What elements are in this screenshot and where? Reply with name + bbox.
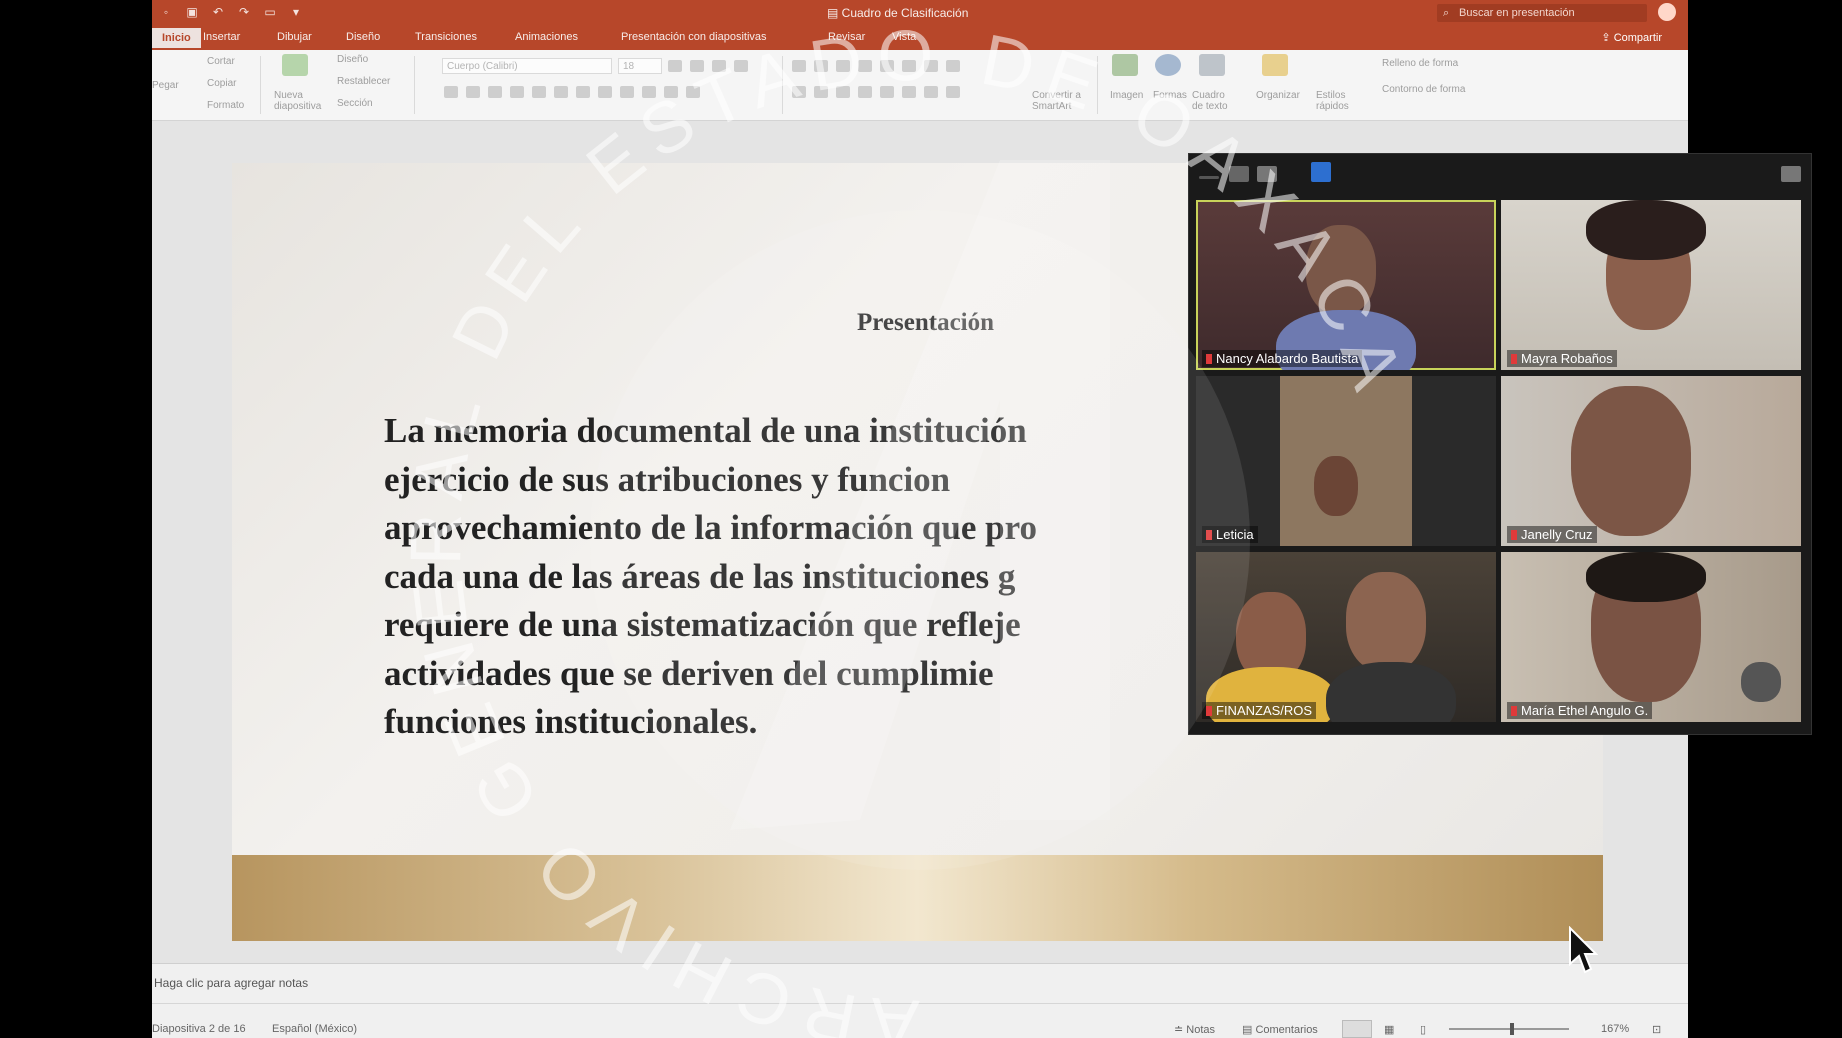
- convert-smartart-button[interactable]: Convertir a SmartArt: [1032, 90, 1092, 112]
- participant-tile[interactable]: María Ethel Angulo G.: [1501, 552, 1801, 722]
- search-input[interactable]: ⌕ Buscar en presentación: [1437, 4, 1647, 22]
- language-status[interactable]: Español (México): [272, 1023, 357, 1035]
- slide-counter: Diapositiva 2 de 16: [152, 1023, 246, 1035]
- participant-name: Leticia: [1202, 526, 1258, 543]
- ribbon-separator: [260, 56, 261, 114]
- slide-footer-band: [232, 855, 1603, 941]
- copy-button[interactable]: Copiar: [207, 78, 236, 89]
- account-icon[interactable]: [1658, 3, 1676, 21]
- picture-icon[interactable]: [1112, 54, 1138, 76]
- participant-tile[interactable]: FINANZAS/ROS: [1196, 552, 1496, 722]
- fit-slide-icon[interactable]: ⊡: [1652, 1023, 1661, 1036]
- font-format-buttons[interactable]: [444, 86, 700, 98]
- quick-styles-button[interactable]: Estilos rápidos: [1316, 90, 1360, 112]
- font-size-select[interactable]: 18: [618, 58, 662, 74]
- picture-button[interactable]: Imagen: [1110, 90, 1143, 101]
- participant-tile[interactable]: Mayra Robaños: [1501, 200, 1801, 370]
- ribbon-separator: [1097, 56, 1098, 114]
- tab-dibujar[interactable]: Dibujar: [277, 31, 312, 43]
- participant-tile[interactable]: Leticia: [1196, 376, 1496, 546]
- participant-video: [1306, 225, 1376, 315]
- zoom-slider[interactable]: [1449, 1028, 1569, 1030]
- alignment-buttons[interactable]: [792, 86, 960, 98]
- redo-icon[interactable]: ↷: [236, 4, 252, 20]
- reading-view-icon[interactable]: ▯: [1420, 1023, 1426, 1036]
- participant-name: Mayra Robaños: [1507, 350, 1617, 367]
- participant-video: [1741, 662, 1781, 702]
- ribbon-tabs: Inicio Insertar Dibujar Diseño Transicio…: [152, 26, 1688, 50]
- reset-button[interactable]: Restablecer: [337, 76, 390, 87]
- new-slide-icon[interactable]: [282, 54, 308, 76]
- participant-name: María Ethel Angulo G.: [1507, 702, 1653, 719]
- autosave-icon[interactable]: ◦: [158, 4, 174, 20]
- status-bar: Diapositiva 2 de 16 Español (México) ≐ N…: [152, 1003, 1688, 1038]
- zoom-level[interactable]: 167%: [1601, 1023, 1629, 1035]
- tab-inicio[interactable]: Inicio: [152, 28, 201, 48]
- document-title: ▤ Cuadro de Clasificación: [827, 6, 969, 20]
- mouse-cursor-icon: [1569, 926, 1598, 974]
- comments-toggle[interactable]: ▤ Comentarios: [1242, 1023, 1318, 1036]
- shapes-button[interactable]: Formas: [1153, 90, 1187, 101]
- tab-insertar[interactable]: Insertar: [203, 31, 240, 43]
- participant-video: [1314, 456, 1358, 516]
- notes-pane[interactable]: Haga clic para agregar notas: [152, 963, 1688, 1004]
- paste-button[interactable]: Pegar: [152, 80, 179, 91]
- font-size-buttons[interactable]: [668, 60, 748, 72]
- start-presentation-icon[interactable]: ▭: [262, 4, 278, 20]
- tab-vista[interactable]: Vista: [892, 31, 916, 43]
- tab-revisar[interactable]: Revisar: [828, 31, 865, 43]
- participant-name: Nancy Alabardo Bautista: [1202, 350, 1363, 367]
- tab-presentacion[interactable]: Presentación con diapositivas: [621, 31, 767, 43]
- tab-diseno[interactable]: Diseño: [346, 31, 380, 43]
- customize-toolbar-icon[interactable]: ▾: [288, 4, 304, 20]
- gallery-view-icon[interactable]: [1257, 166, 1277, 182]
- shape-fill-button[interactable]: Relleno de forma: [1382, 58, 1458, 69]
- video-call-window[interactable]: Nancy Alabardo Bautista Mayra Robaños Le…: [1188, 153, 1812, 735]
- tab-animaciones[interactable]: Animaciones: [515, 31, 578, 43]
- ribbon: Pegar Cortar Copiar Formato Nueva diapos…: [152, 50, 1688, 121]
- arrange-button[interactable]: Organizar: [1256, 90, 1300, 101]
- notes-toggle[interactable]: ≐ Notas: [1174, 1023, 1215, 1036]
- participant-name: Janelly Cruz: [1507, 526, 1597, 543]
- participant-video: [1326, 662, 1456, 722]
- fullscreen-icon[interactable]: [1781, 166, 1801, 182]
- notes-placeholder: Haga clic para agregar notas: [154, 976, 309, 990]
- text-box-icon[interactable]: [1199, 54, 1225, 76]
- search-icon: ⌕: [1443, 7, 1450, 19]
- title-bar: ◦ ▣ ↶ ↷ ▭ ▾ ▤ Cuadro de Clasificación ⌕ …: [152, 0, 1688, 26]
- participant-video: [1571, 386, 1691, 536]
- paragraph-buttons[interactable]: [792, 60, 960, 72]
- shapes-icon[interactable]: [1155, 54, 1181, 76]
- undo-icon[interactable]: ↶: [210, 4, 226, 20]
- quick-access-toolbar: ◦ ▣ ↶ ↷ ▭ ▾: [158, 4, 304, 20]
- sorter-view-icon[interactable]: ▦: [1384, 1023, 1394, 1036]
- cut-button[interactable]: Cortar: [207, 56, 235, 67]
- participant-video: [1586, 552, 1706, 602]
- shape-outline-button[interactable]: Contorno de forma: [1382, 84, 1465, 95]
- save-icon[interactable]: ▣: [184, 4, 200, 20]
- format-painter-button[interactable]: Formato: [207, 100, 244, 111]
- video-call-toolbar: [1189, 154, 1811, 194]
- participant-tile[interactable]: Janelly Cruz: [1501, 376, 1801, 546]
- ribbon-separator: [782, 56, 783, 114]
- minimize-icon[interactable]: [1199, 176, 1219, 179]
- ribbon-separator: [414, 56, 415, 114]
- normal-view-button[interactable]: [1342, 1020, 1372, 1038]
- zoom-slider-thumb[interactable]: [1510, 1023, 1514, 1035]
- participant-name: FINANZAS/ROS: [1202, 702, 1317, 719]
- share-button[interactable]: ⇪ Compartir: [1601, 31, 1662, 44]
- new-slide-button[interactable]: Nueva diapositiva: [274, 90, 324, 112]
- tab-transiciones[interactable]: Transiciones: [415, 31, 477, 43]
- text-box-button[interactable]: Cuadro de texto: [1192, 90, 1236, 112]
- slide-title[interactable]: Presentación: [857, 309, 994, 337]
- participant-video: [1346, 572, 1426, 672]
- view-mode-icon[interactable]: [1311, 162, 1331, 182]
- layout-button[interactable]: Diseño: [337, 54, 368, 65]
- participant-tile[interactable]: Nancy Alabardo Bautista: [1196, 200, 1496, 370]
- participant-video: [1586, 200, 1706, 260]
- arrange-icon[interactable]: [1262, 54, 1288, 76]
- speaker-view-icon[interactable]: [1229, 166, 1249, 182]
- section-button[interactable]: Sección: [337, 98, 373, 109]
- font-name-select[interactable]: Cuerpo (Calibri): [442, 58, 612, 74]
